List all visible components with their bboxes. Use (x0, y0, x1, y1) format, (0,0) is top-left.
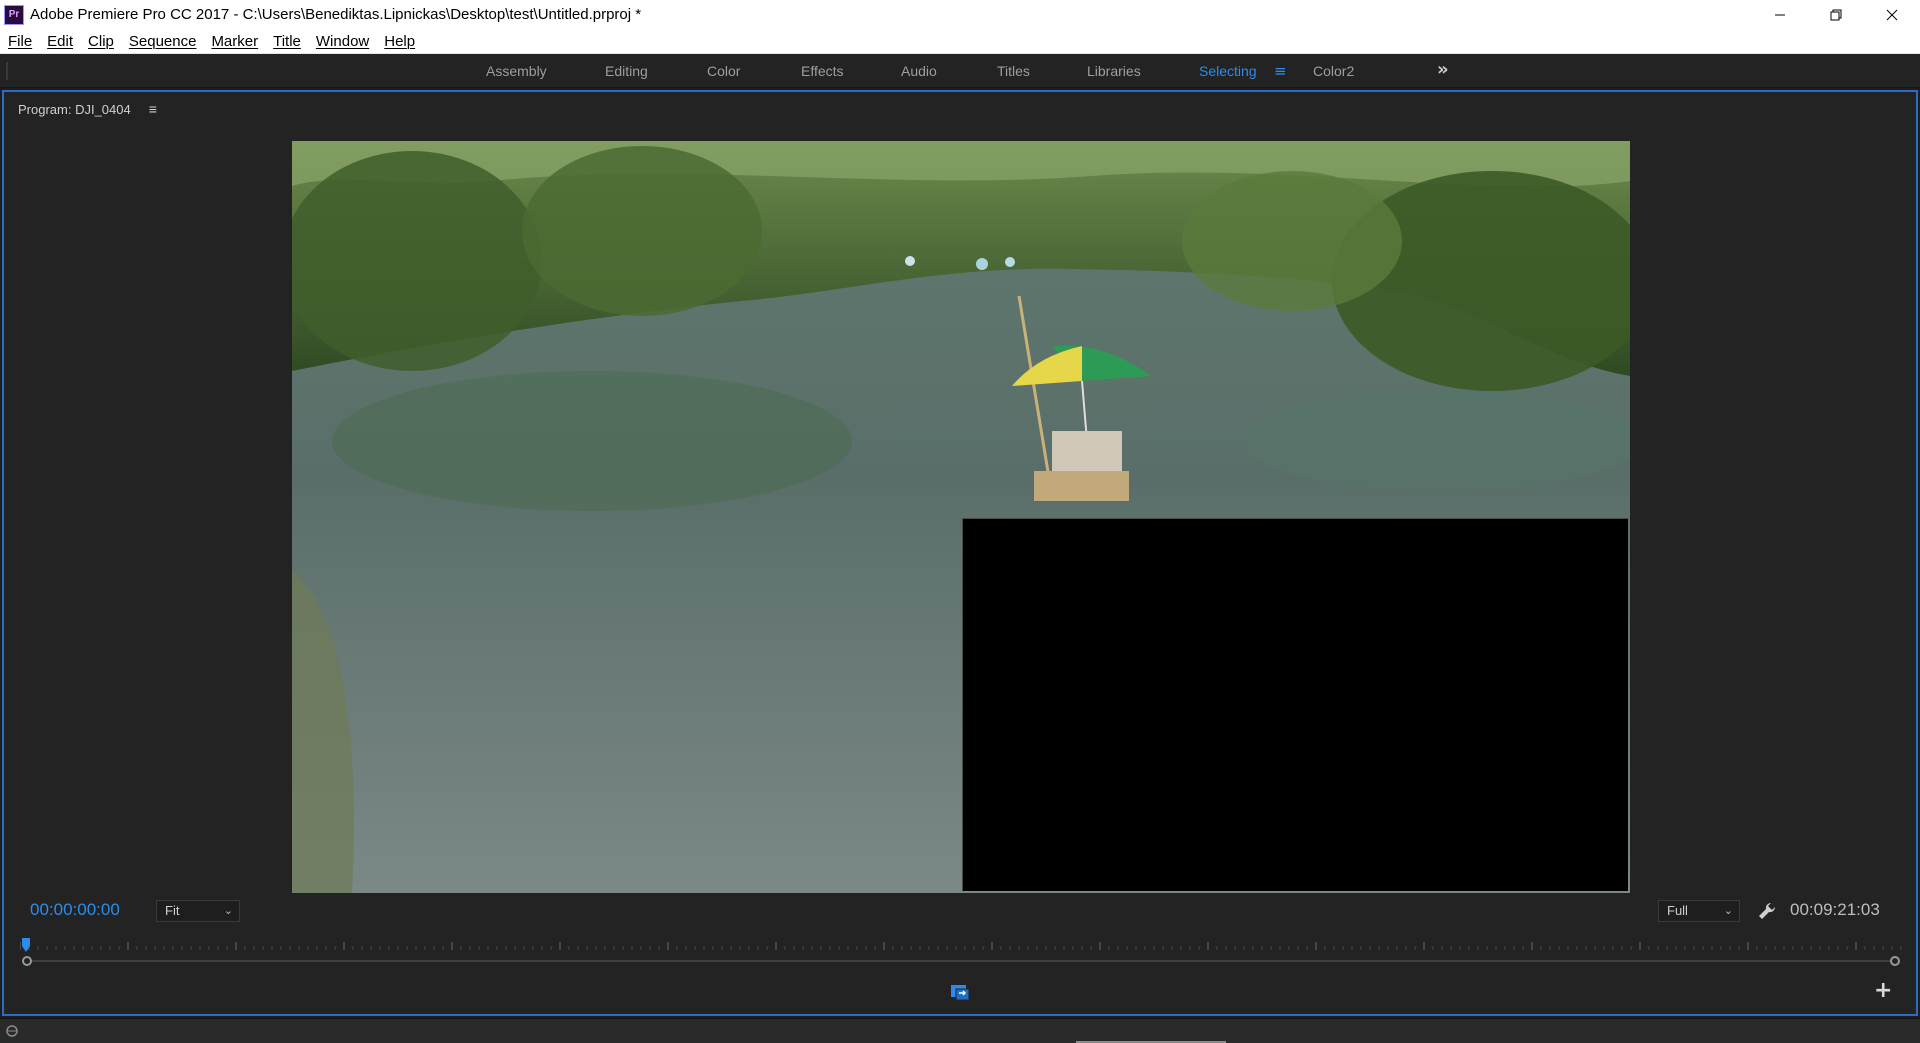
workspace-tab-audio[interactable]: Audio (901, 54, 937, 88)
window-title: Adobe Premiere Pro CC 2017 - C:\Users\Be… (30, 6, 642, 23)
wrench-icon[interactable] (1756, 900, 1778, 922)
minimize-button[interactable] (1752, 0, 1808, 29)
status-bar (0, 1018, 1920, 1043)
close-button[interactable] (1864, 0, 1920, 29)
export-frame-icon[interactable] (950, 982, 970, 1002)
workspace-tab-effects[interactable]: Effects (801, 54, 844, 88)
close-icon (1886, 9, 1898, 20)
chevron-down-icon: ⌄ (223, 905, 233, 917)
ruler-ticks (19, 942, 1902, 950)
chevron-down-icon: ⌄ (1723, 905, 1733, 917)
zoom-scrollbar[interactable] (26, 960, 1898, 962)
title-bar: Pr Adobe Premiere Pro CC 2017 - C:\Users… (0, 0, 1920, 29)
menu-marker[interactable]: Marker (203, 33, 265, 50)
black-overlay-region (962, 518, 1628, 891)
plus-icon[interactable]: + (1874, 980, 1892, 1002)
window-controls (1752, 0, 1920, 29)
menu-sequence[interactable]: Sequence (121, 33, 204, 50)
menu-window[interactable]: Window (308, 33, 376, 50)
workspace-tab-libraries[interactable]: Libraries (1087, 54, 1141, 88)
menu-file[interactable]: File (0, 33, 39, 50)
menu-bar: File Edit Clip Sequence Marker Title Win… (0, 29, 1920, 54)
premiere-app-icon: Pr (4, 4, 24, 25)
minimize-icon (1775, 14, 1785, 15)
panel-grip[interactable] (6, 62, 8, 80)
menu-title[interactable]: Title (265, 33, 308, 50)
program-monitor-panel: Program: DJI_0404 ≡ 00:00:00:00 Fit ⌄ Fu… (2, 90, 1918, 1016)
workspace-tab-assembly[interactable]: Assembly (486, 54, 547, 88)
workspace-tab-selecting[interactable]: Selecting (1199, 54, 1257, 88)
status-indicator-icon[interactable] (5, 1024, 19, 1038)
sequence-duration: 00:09:21:03 (1790, 900, 1880, 919)
program-monitor-title[interactable]: Program: DJI_0404 (18, 102, 131, 117)
menu-clip[interactable]: Clip (80, 33, 121, 50)
more-workspaces-icon[interactable]: » (1437, 54, 1449, 88)
menu-help[interactable]: Help (376, 33, 422, 50)
workspace-tab-color[interactable]: Color (707, 54, 740, 88)
menu-edit[interactable]: Edit (39, 33, 80, 50)
workspace-bar: Assembly Editing Color Effects Audio Tit… (0, 54, 1920, 88)
zoom-level-value: Fit (165, 903, 180, 918)
workspace-tab-color2[interactable]: Color2 (1313, 54, 1354, 88)
zoom-level-select[interactable]: Fit ⌄ (156, 900, 240, 922)
program-monitor-header[interactable]: Program: DJI_0404 ≡ (18, 101, 157, 117)
time-ruler[interactable] (19, 938, 1902, 952)
zoom-scrollbar-left-handle[interactable] (22, 956, 32, 966)
workspace-tab-titles[interactable]: Titles (997, 54, 1030, 88)
restore-button[interactable] (1808, 0, 1864, 29)
playhead-marker[interactable] (22, 938, 30, 952)
zoom-scrollbar-right-handle[interactable] (1890, 956, 1900, 966)
restore-icon (1830, 9, 1842, 20)
playback-resolution-select[interactable]: Full ⌄ (1658, 900, 1740, 922)
workspace-tab-editing[interactable]: Editing (605, 54, 648, 88)
playhead-timecode[interactable]: 00:00:00:00 (30, 900, 120, 920)
hamburger-icon[interactable]: ≡ (149, 101, 157, 117)
workspace-menu-icon[interactable]: ≡ (1274, 54, 1287, 88)
program-video-viewer[interactable] (292, 141, 1630, 893)
playback-resolution-value: Full (1667, 903, 1688, 918)
